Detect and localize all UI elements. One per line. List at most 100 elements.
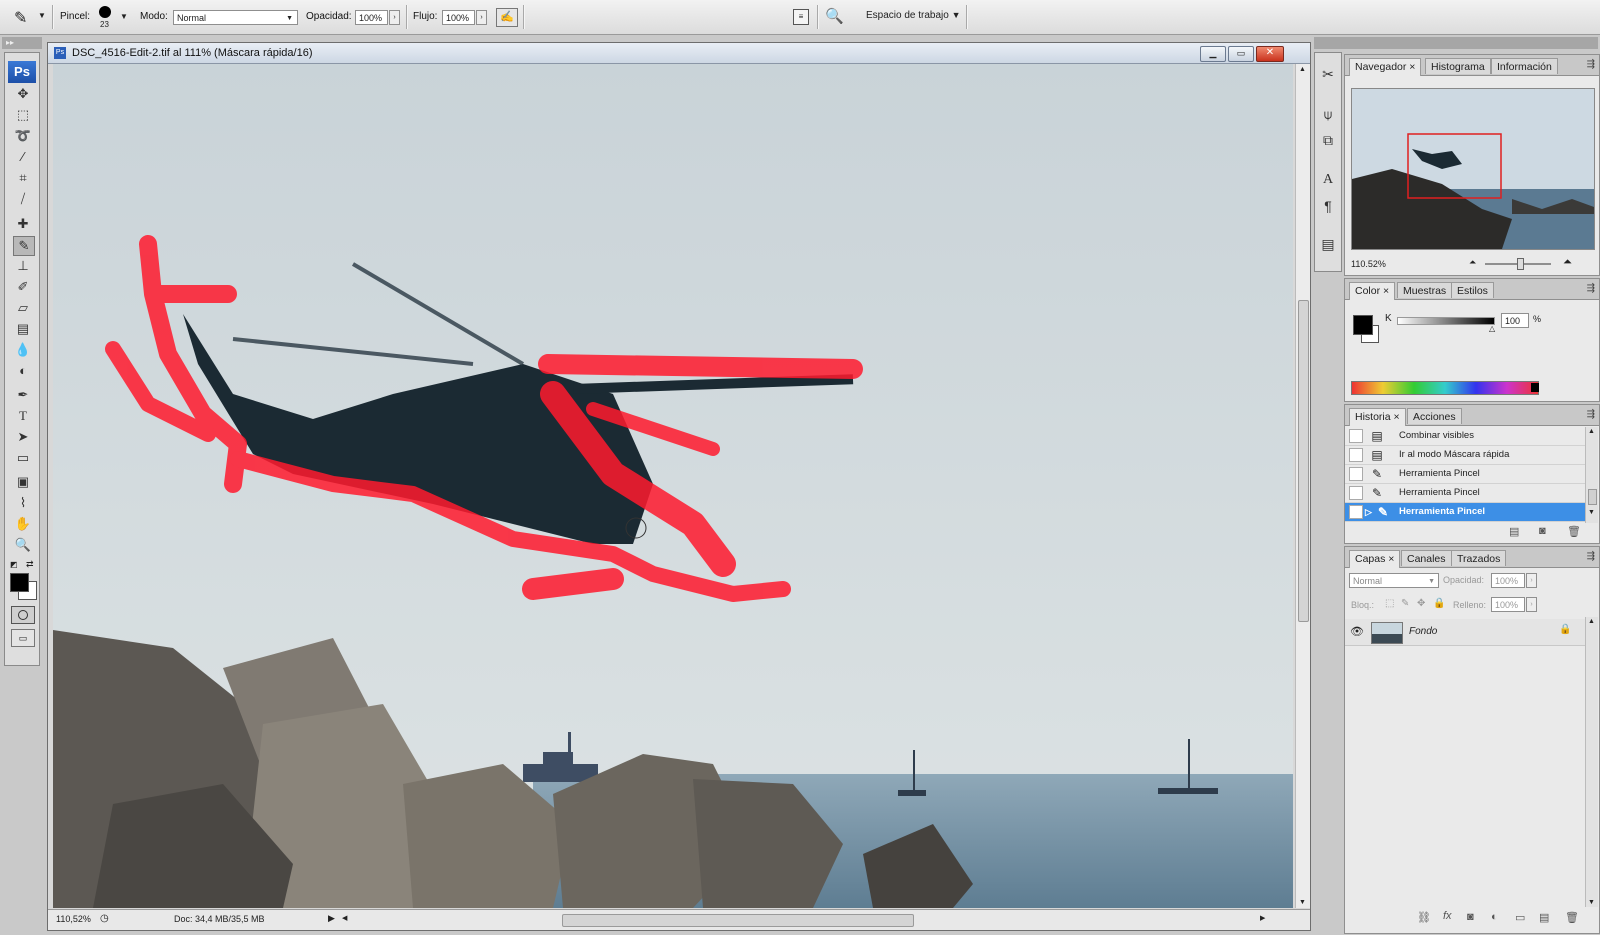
image-canvas[interactable] bbox=[53, 64, 1293, 908]
healing-brush-tool-icon[interactable]: ✚ bbox=[13, 215, 33, 233]
opacity-slider-button[interactable]: › bbox=[389, 10, 400, 25]
delete-state-icon[interactable]: 🗑 bbox=[1567, 525, 1581, 538]
flow-input[interactable]: 100% bbox=[442, 10, 475, 25]
paragraph-icon[interactable]: ¶ bbox=[1319, 197, 1337, 215]
document-title-bar[interactable]: Ps DSC_4516-Edit-2.tif al 111% (Máscara … bbox=[48, 43, 1310, 64]
flow-slider-button[interactable]: › bbox=[476, 10, 487, 25]
new-layer-icon[interactable]: ▤ bbox=[1539, 911, 1549, 924]
marquee-tool-icon[interactable]: ⬚ bbox=[13, 106, 33, 124]
color-fg-swatch[interactable] bbox=[1353, 315, 1373, 335]
layer-style-fx-icon[interactable]: fx bbox=[1443, 910, 1452, 922]
zoom-tool-icon[interactable]: 🔍 bbox=[13, 536, 33, 554]
lasso-tool-icon[interactable]: ➰ bbox=[13, 127, 33, 145]
history-snapshot-checkbox[interactable] bbox=[1349, 467, 1363, 481]
brush-preview-icon[interactable] bbox=[99, 6, 111, 18]
tab-layers[interactable]: Capas × bbox=[1349, 550, 1401, 568]
clone-source-icon[interactable]: ⧉ bbox=[1319, 131, 1337, 149]
history-snapshot-checkbox[interactable] bbox=[1349, 429, 1363, 443]
layer-opacity-input[interactable]: 100% bbox=[1491, 573, 1525, 588]
history-item-selected[interactable]: ▷ ✎ Herramienta Pincel bbox=[1345, 503, 1585, 522]
mode-select[interactable]: Normal ▼ bbox=[173, 10, 298, 25]
character-icon[interactable]: A bbox=[1319, 171, 1337, 189]
fill-slider-button[interactable]: › bbox=[1526, 597, 1537, 612]
zoom-in-icon[interactable]: ⏶ bbox=[1563, 256, 1572, 269]
scroll-up-arrow[interactable]: ▲ bbox=[1588, 428, 1595, 435]
navigator-zoom-value[interactable]: 110.52% bbox=[1351, 259, 1386, 269]
magic-wand-tool-icon[interactable]: ⁄ bbox=[13, 148, 33, 166]
hand-tool-icon[interactable]: ✋ bbox=[13, 515, 33, 533]
new-document-from-state-icon[interactable]: ▤ bbox=[1509, 525, 1519, 538]
tab-styles[interactable]: Estilos bbox=[1451, 282, 1494, 298]
move-tool-icon[interactable]: ✥ bbox=[13, 85, 33, 103]
status-info-icon[interactable]: ◷ bbox=[100, 913, 109, 924]
history-brush-tool-icon[interactable]: ✐ bbox=[13, 278, 33, 296]
history-scroll-thumb[interactable] bbox=[1588, 489, 1597, 505]
panel-menu-icon[interactable]: ⇶ bbox=[1587, 59, 1595, 70]
history-item[interactable]: ✎ Herramienta Pincel bbox=[1345, 465, 1585, 484]
path-selection-tool-icon[interactable]: ➤ bbox=[13, 428, 33, 446]
blur-tool-icon[interactable]: 💧 bbox=[13, 341, 33, 359]
lock-position-icon[interactable]: ✥ bbox=[1417, 598, 1425, 609]
hscroll-right-arrow[interactable]: ▶ bbox=[1260, 914, 1265, 922]
new-group-icon[interactable]: ▭ bbox=[1515, 911, 1525, 924]
brush-tool-selected-icon[interactable]: ✎ bbox=[13, 236, 35, 256]
eyedropper-tool-icon[interactable]: ⌇ bbox=[13, 494, 33, 512]
lock-transparent-icon[interactable]: ⬚ bbox=[1385, 598, 1394, 609]
vertical-scrollbar[interactable]: ▲ ▼ bbox=[1295, 64, 1310, 908]
panel-menu-icon[interactable]: ⇶ bbox=[1587, 409, 1595, 420]
tab-channels[interactable]: Canales bbox=[1401, 550, 1452, 566]
scroll-down-arrow[interactable]: ▼ bbox=[1299, 899, 1306, 906]
brushes-icon[interactable]: ⍦ bbox=[1319, 105, 1337, 123]
tab-color[interactable]: Color × bbox=[1349, 282, 1396, 300]
tab-close-icon[interactable]: × bbox=[1409, 61, 1415, 73]
tab-close-icon[interactable]: × bbox=[1388, 553, 1394, 565]
scroll-up-arrow[interactable]: ▲ bbox=[1588, 618, 1595, 625]
delete-layer-icon[interactable]: 🗑 bbox=[1565, 911, 1579, 924]
pen-tool-icon[interactable]: ✒ bbox=[13, 386, 33, 404]
spectrum-ramp[interactable] bbox=[1351, 381, 1539, 395]
zoom-level[interactable]: 110,52% bbox=[56, 914, 91, 924]
layer-opacity-slider-button[interactable]: › bbox=[1526, 573, 1537, 588]
layers-scrollbar[interactable]: ▲ ▼ bbox=[1585, 617, 1598, 907]
hscroll-left-arrow[interactable]: ◀ bbox=[342, 914, 347, 922]
navigator-zoom-handle[interactable] bbox=[1517, 258, 1524, 270]
screen-mode-icon[interactable]: ▭ bbox=[11, 629, 35, 647]
history-item[interactable]: ▤ Combinar visibles bbox=[1345, 427, 1585, 446]
quick-mask-mode-icon[interactable] bbox=[11, 606, 35, 624]
scroll-down-arrow[interactable]: ▼ bbox=[1588, 509, 1595, 516]
photoshop-logo[interactable]: Ps bbox=[8, 61, 36, 83]
lock-image-icon[interactable]: ✎ bbox=[1401, 598, 1409, 609]
blend-mode-select[interactable]: Normal ▼ bbox=[1349, 573, 1439, 588]
clone-stamp-tool-icon[interactable]: ⊥ bbox=[13, 257, 33, 275]
palette-well-icon[interactable]: ≡ bbox=[793, 9, 809, 25]
type-tool-icon[interactable]: T bbox=[13, 407, 33, 425]
shape-tool-icon[interactable]: ▭ bbox=[13, 449, 33, 467]
k-slider-track[interactable] bbox=[1397, 317, 1495, 325]
scroll-thumb[interactable] bbox=[1298, 300, 1309, 622]
history-item[interactable]: ✎ Herramienta Pincel bbox=[1345, 484, 1585, 503]
maximize-button[interactable]: ▭ bbox=[1228, 46, 1254, 62]
history-snapshot-checkbox[interactable] bbox=[1349, 505, 1363, 519]
bridge-icon[interactable]: 🔍 bbox=[825, 7, 844, 25]
gradient-tool-icon[interactable]: ▤ bbox=[13, 320, 33, 338]
history-item[interactable]: ▤ Ir al modo Máscara rápida bbox=[1345, 446, 1585, 465]
dock-grip[interactable] bbox=[1314, 37, 1598, 49]
new-snapshot-icon[interactable]: ◙ bbox=[1539, 525, 1546, 537]
k-slider-handle[interactable]: △ bbox=[1489, 324, 1495, 333]
spectrum-black-swatch[interactable] bbox=[1531, 383, 1539, 392]
default-colors-icon[interactable]: ◩ bbox=[10, 560, 18, 569]
dodge-tool-icon[interactable]: ◐ bbox=[13, 362, 33, 380]
adjustment-layer-icon[interactable]: ◐ bbox=[1491, 911, 1498, 923]
minimize-button[interactable]: ▁ bbox=[1200, 46, 1226, 62]
lock-all-icon[interactable]: 🔒 bbox=[1433, 598, 1445, 609]
tool-presets-icon[interactable]: ✂ bbox=[1319, 65, 1337, 83]
zoom-out-icon[interactable]: ⏶ bbox=[1469, 257, 1476, 268]
tab-close-icon[interactable]: × bbox=[1383, 285, 1389, 297]
tab-swatches[interactable]: Muestras bbox=[1397, 282, 1453, 298]
k-value-input[interactable]: 100 bbox=[1501, 313, 1529, 328]
tab-close-icon[interactable]: × bbox=[1394, 411, 1400, 423]
eraser-tool-icon[interactable]: ▱ bbox=[13, 299, 33, 317]
tab-info[interactable]: Información bbox=[1491, 58, 1558, 74]
toolbox-grip[interactable]: ▸▸ bbox=[2, 37, 42, 49]
slice-tool-icon[interactable]: ⧸ bbox=[13, 190, 33, 208]
